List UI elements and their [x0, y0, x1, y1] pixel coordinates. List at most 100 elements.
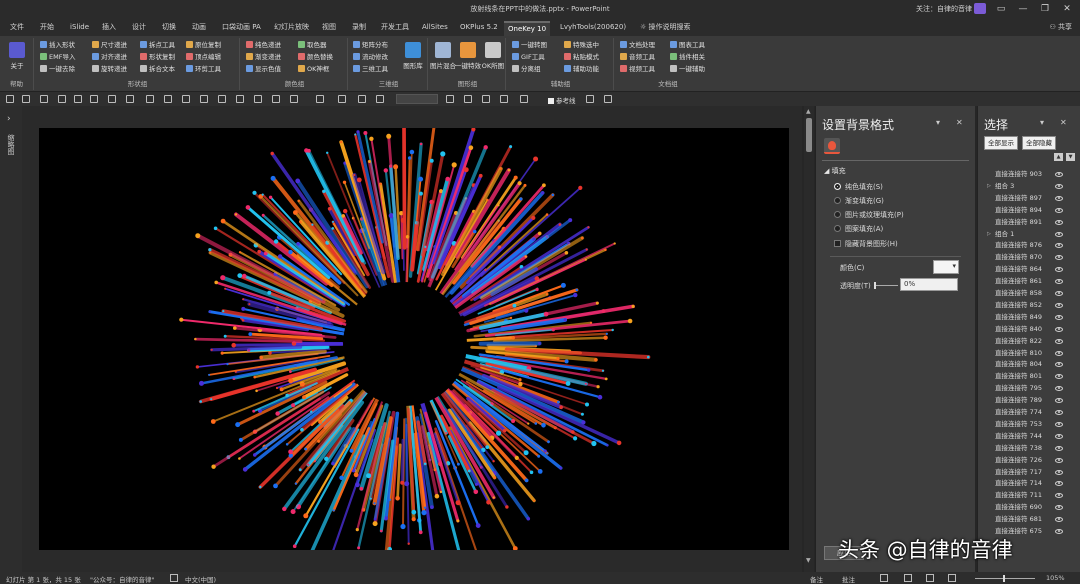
visibility-eye-icon[interactable]: [1055, 481, 1063, 487]
slide[interactable]: [39, 102, 789, 569]
tab-pocket-animation[interactable]: 口袋动画 PA: [218, 21, 265, 36]
rotate-step-button[interactable]: 旋转递进: [92, 64, 127, 75]
selection-item-row[interactable]: 直接连接符 876: [978, 240, 1080, 251]
close-icon[interactable]: ✕: [956, 118, 963, 127]
selection-item-row[interactable]: 直接连接符 801: [978, 371, 1080, 382]
fill-bucket-icon[interactable]: [824, 138, 840, 154]
selection-item-row[interactable]: 直接连接符 714: [978, 478, 1080, 489]
pane-options-icon[interactable]: ▾: [936, 118, 940, 127]
font-color-icon[interactable]: [338, 95, 346, 103]
zoom-level[interactable]: 105%: [1046, 574, 1065, 582]
arrange-icon[interactable]: [236, 95, 244, 103]
tab-file[interactable]: 文件: [6, 21, 28, 36]
selection-item-row[interactable]: 直接连接符 864: [978, 264, 1080, 275]
effect-icon[interactable]: [200, 95, 208, 103]
text-box-icon[interactable]: [316, 95, 324, 103]
selection-item-row[interactable]: 直接连接符 711: [978, 490, 1080, 501]
bold-icon[interactable]: [358, 95, 366, 103]
ring-cut-button[interactable]: 环剪工具: [186, 64, 221, 75]
flow-edit-button[interactable]: 流动修改: [353, 52, 388, 63]
visibility-eye-icon[interactable]: [1055, 279, 1063, 285]
separate-group-button[interactable]: 分离组: [512, 64, 541, 75]
visibility-eye-icon[interactable]: [1055, 350, 1063, 356]
lock-icon[interactable]: [500, 95, 508, 103]
italic-icon[interactable]: [376, 95, 384, 103]
color-replace-button[interactable]: 颜色替换: [298, 52, 333, 63]
minimize-button[interactable]: —: [1014, 2, 1032, 16]
crop-icon[interactable]: [74, 95, 82, 103]
expand-caret-icon[interactable]: ▷: [987, 229, 991, 240]
visibility-eye-icon[interactable]: [1055, 231, 1063, 237]
visibility-eye-icon[interactable]: [1055, 529, 1063, 534]
visibility-eye-icon[interactable]: [1055, 219, 1063, 225]
save-icon[interactable]: [6, 95, 14, 103]
visibility-eye-icon[interactable]: [1055, 410, 1063, 415]
selection-item-row[interactable]: 直接连接符 810: [978, 348, 1080, 359]
tab-transitions[interactable]: 切换: [158, 21, 180, 36]
tab-islide[interactable]: iSlide: [66, 21, 93, 36]
merge-icon[interactable]: [272, 95, 280, 103]
link-icon[interactable]: [586, 95, 594, 103]
guides-checkbox[interactable]: 参考线: [548, 95, 576, 105]
split-text-button[interactable]: 拆合文本: [140, 64, 175, 75]
visibility-eye-icon[interactable]: [1055, 398, 1063, 404]
group-icon[interactable]: [218, 95, 226, 103]
hide-all-button[interactable]: 全部隐藏: [1022, 136, 1056, 150]
visibility-eye-icon[interactable]: [1055, 314, 1063, 320]
eyedropper-button[interactable]: 取色器: [298, 40, 327, 51]
selection-group-row[interactable]: ▷ 组合 3: [978, 181, 1080, 192]
expand-caret-icon[interactable]: ▷: [987, 181, 991, 192]
rotate-icon[interactable]: [146, 95, 154, 103]
send-backward-icon[interactable]: ▼: [1066, 153, 1075, 161]
show-color-value-button[interactable]: 显示色值: [246, 64, 281, 75]
tab-slideshow[interactable]: 幻灯片放映: [270, 21, 313, 36]
solid-fill-radio[interactable]: 纯色填充(S): [834, 182, 883, 192]
animation-icon[interactable]: [520, 95, 528, 103]
selection-item-row[interactable]: 直接连接符 840: [978, 324, 1080, 335]
visibility-eye-icon[interactable]: [1055, 302, 1063, 308]
split-point-button[interactable]: 拆点工具: [140, 40, 175, 51]
visibility-eye-icon[interactable]: [1055, 517, 1063, 523]
picture-fill-radio[interactable]: 图片或纹理填充(P): [834, 210, 904, 220]
selection-item-row[interactable]: 直接连接符 897: [978, 193, 1080, 204]
visibility-eye-icon[interactable]: [1055, 445, 1063, 451]
tab-animations[interactable]: 动画: [188, 21, 210, 36]
visibility-eye-icon[interactable]: [1055, 183, 1063, 189]
scroll-thumb[interactable]: [806, 118, 812, 152]
pattern-fill-radio[interactable]: 图案填充(A): [834, 224, 883, 234]
selection-item-row[interactable]: 直接连接符 738: [978, 443, 1080, 454]
tab-lvyhtools[interactable]: LvyhTools(200620): [556, 21, 630, 36]
align-step-button[interactable]: 对齐递进: [92, 52, 127, 63]
select-icon[interactable]: [254, 95, 262, 103]
pane-options-icon[interactable]: ▾: [1040, 118, 1044, 127]
document-process-button[interactable]: 文档处理: [620, 40, 655, 51]
3d-tools-button[interactable]: 三维工具: [353, 64, 388, 75]
selection-item-row[interactable]: 直接连接符 789: [978, 395, 1080, 406]
visibility-eye-icon[interactable]: [1055, 338, 1063, 344]
vertical-scrollbar[interactable]: ▲ ▼: [804, 106, 814, 572]
fill-section-header[interactable]: ◢ 填充: [824, 166, 846, 176]
hide-graphics-checkbox[interactable]: 隐藏背景图形(H): [834, 239, 898, 249]
shape-copy-button[interactable]: 形状复制: [140, 52, 175, 63]
visibility-eye-icon[interactable]: [1055, 243, 1063, 249]
font-size-field[interactable]: [396, 94, 438, 104]
tab-design[interactable]: 设计: [128, 21, 150, 36]
reading-view-icon[interactable]: [926, 574, 934, 582]
redo-icon[interactable]: [40, 95, 48, 103]
close-button[interactable]: ✕: [1058, 2, 1076, 16]
visibility-eye-icon[interactable]: [1055, 433, 1063, 439]
emf-import-button[interactable]: EMF导入: [40, 52, 75, 63]
selection-item-row[interactable]: 直接连接符 858: [978, 288, 1080, 299]
user-name[interactable]: 关注：自律的音律: [916, 4, 972, 14]
visibility-eye-icon[interactable]: [1055, 326, 1063, 332]
insert-shape-button[interactable]: 插入形状: [40, 40, 75, 51]
image-tool-icon[interactable]: [90, 95, 98, 103]
selection-item-row[interactable]: 直接连接符 717: [978, 467, 1080, 478]
distribute-icon[interactable]: [126, 95, 134, 103]
slideshow-icon[interactable]: [948, 574, 956, 582]
selection-item-row[interactable]: 直接连接符 894: [978, 205, 1080, 216]
language[interactable]: 中文(中国): [185, 574, 216, 584]
visibility-eye-icon[interactable]: [1055, 195, 1063, 201]
visibility-eye-icon[interactable]: [1055, 362, 1063, 368]
visibility-eye-icon[interactable]: [1055, 457, 1063, 463]
